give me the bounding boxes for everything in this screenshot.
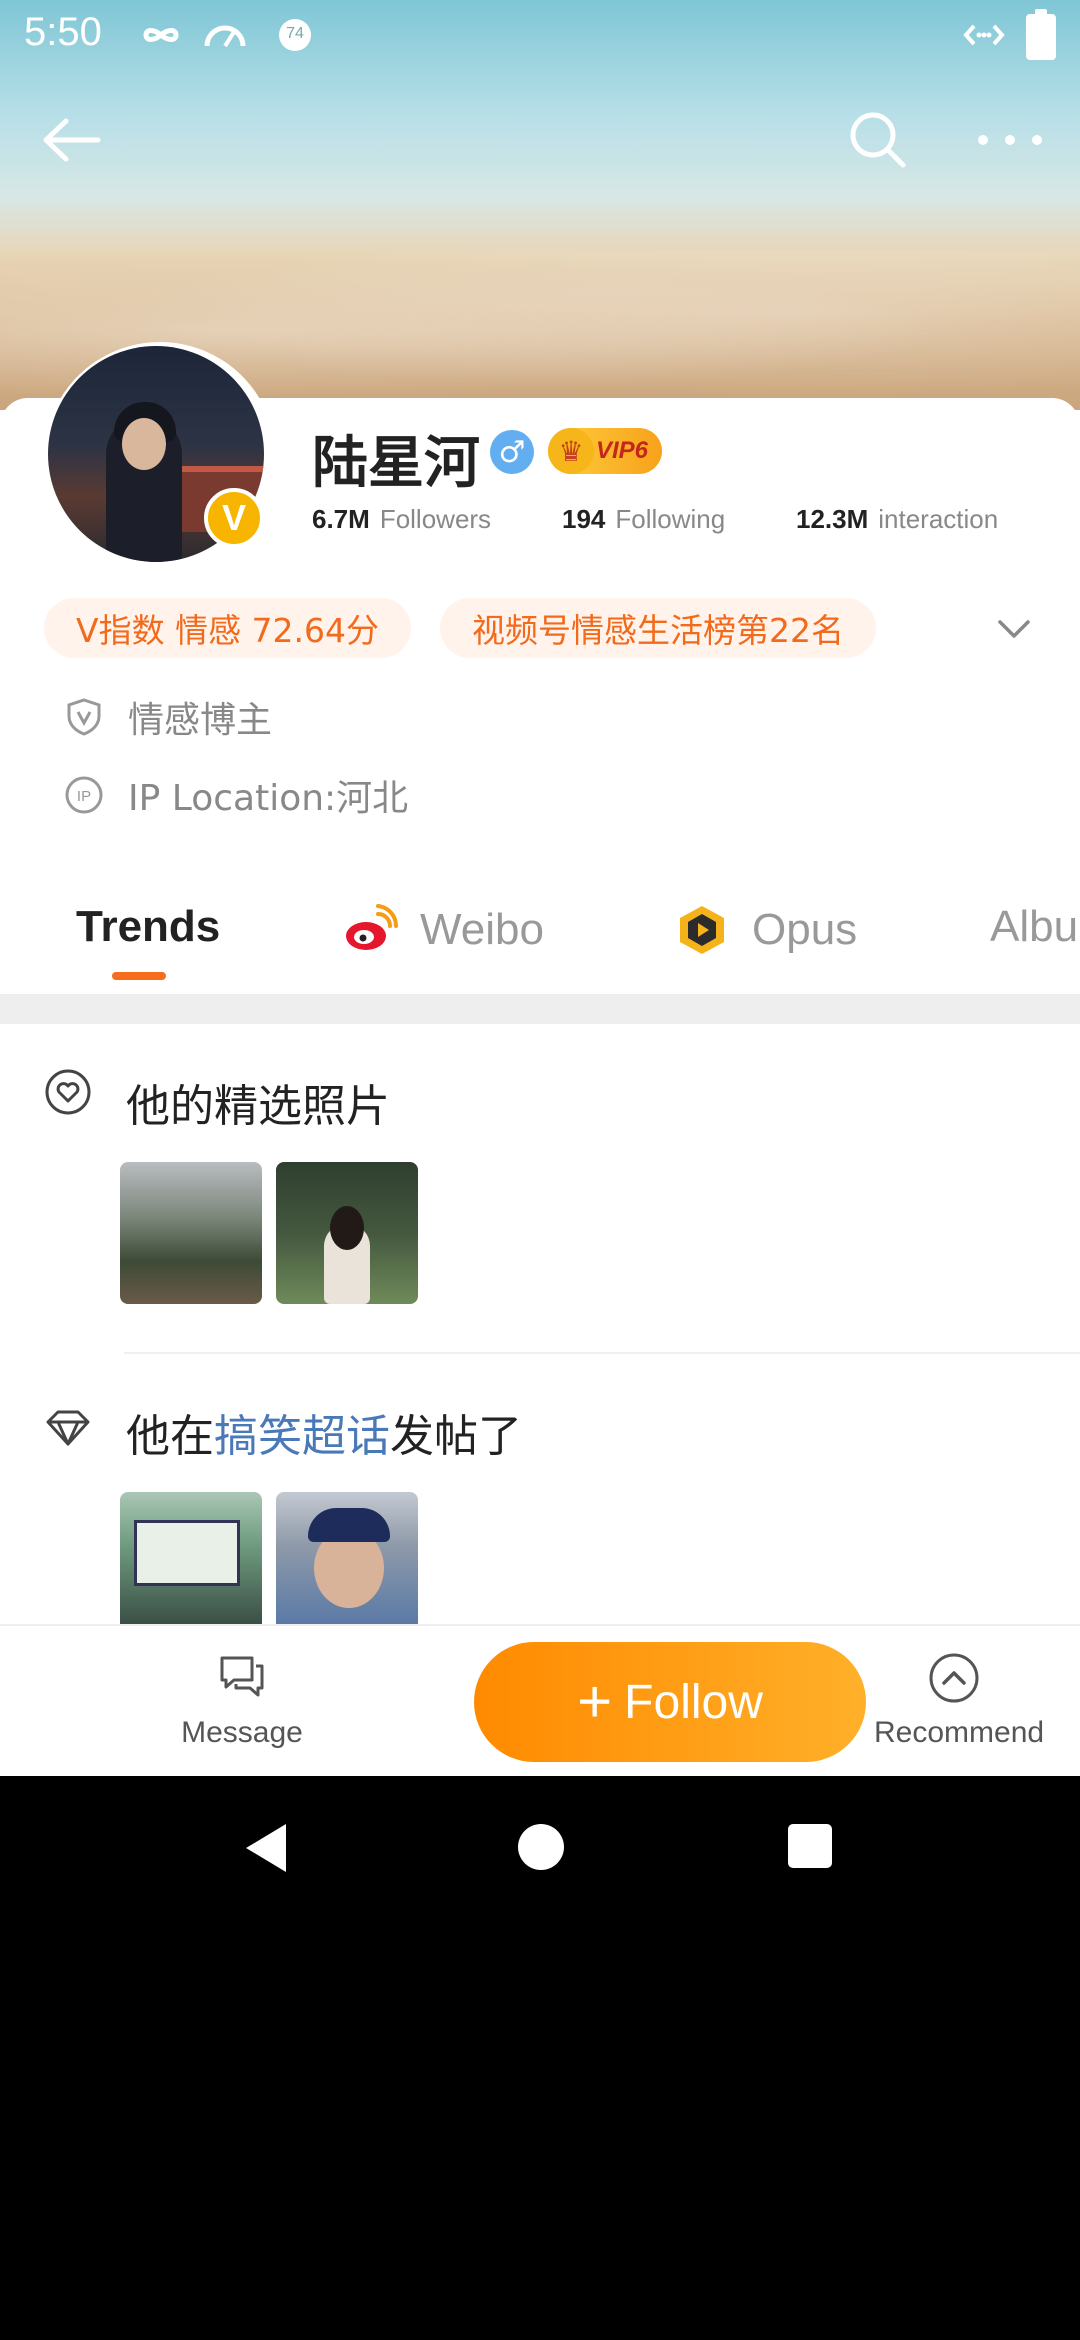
diamond-icon <box>46 1410 90 1446</box>
recommend-button[interactable]: Recommend <box>874 1650 1044 1750</box>
search-button[interactable] <box>838 100 918 180</box>
featured-photos-title[interactable]: 他的精选照片 <box>126 1070 390 1134</box>
interaction-label: interaction <box>878 504 999 534</box>
tab-opus[interactable]: Opus <box>674 902 857 958</box>
search-icon <box>850 112 906 168</box>
v-index-tag[interactable]: V指数 情感 72.64分 <box>44 598 412 658</box>
followers-label: Followers <box>379 504 492 534</box>
interaction-stat[interactable]: 12.3M interaction <box>796 504 998 535</box>
active-tab-indicator <box>112 972 166 980</box>
recommend-label: Recommend <box>874 1716 1045 1749</box>
ip-location-row: IP IP Location:河北 <box>64 770 408 820</box>
follow-label: Follow <box>624 1675 763 1729</box>
role-row: 情感博主 <box>64 692 272 742</box>
infinity-icon <box>143 28 179 42</box>
status-badge-count: 74 <box>286 25 304 42</box>
more-dots-icon <box>978 135 1042 145</box>
tab-opus-label: Opus <box>752 905 858 954</box>
ranking-tag[interactable]: 视频号情感生活榜第22名 <box>440 598 876 658</box>
shield-v-icon <box>67 698 101 736</box>
chevron-down-icon[interactable] <box>994 608 1034 648</box>
post-photo-2[interactable] <box>276 1492 418 1624</box>
vip-badge[interactable]: ♛ VIP6 <box>548 428 662 474</box>
speedometer-icon <box>204 25 246 48</box>
tab-albums[interactable]: Albu <box>990 902 1078 952</box>
nav-back-icon[interactable] <box>246 1824 286 1872</box>
nav-home-icon[interactable] <box>518 1824 564 1870</box>
post-photo-1[interactable] <box>120 1492 262 1624</box>
following-label: Following <box>615 504 726 534</box>
tab-trends-label: Trends <box>76 902 221 951</box>
tab-weibo[interactable]: Weibo <box>342 902 544 958</box>
following-stat[interactable]: 194 Following <box>562 504 725 535</box>
message-icon <box>220 1656 264 1697</box>
follow-button[interactable]: + Follow <box>474 1642 866 1762</box>
profile-name: 陆星河 <box>312 431 480 496</box>
status-bar: 5:50 74 <box>0 0 1080 72</box>
supertopic-link[interactable]: 搞笑超话 <box>214 1411 390 1462</box>
opus-icon <box>680 906 724 954</box>
supertopic-post-title[interactable]: 他在搞笑超话发帖了 <box>126 1400 522 1464</box>
weibo-icon <box>346 904 398 950</box>
profile-tabs: Trends Weibo Opus Albu <box>0 880 1080 994</box>
followers-count: 6.7M <box>312 504 370 534</box>
followers-stat[interactable]: 6.7M Followers <box>312 504 491 535</box>
male-gender-icon: ♂ <box>490 430 534 474</box>
plus-icon: + <box>577 1668 613 1735</box>
feed-divider <box>124 1352 1080 1354</box>
interaction-count: 12.3M <box>796 504 869 534</box>
following-count: 194 <box>562 504 606 534</box>
svg-text:IP: IP <box>77 788 91 805</box>
back-button[interactable] <box>30 100 110 180</box>
data-transfer-icon <box>963 24 1005 46</box>
verified-badge: V <box>204 488 264 548</box>
system-nav-bar <box>0 1776 1080 1920</box>
featured-photo-2[interactable] <box>276 1162 418 1304</box>
more-options-button[interactable] <box>970 100 1050 180</box>
supertopic-suffix: 发帖了 <box>390 1411 522 1462</box>
battery-icon <box>1026 9 1056 60</box>
tab-albums-label: Albu <box>990 902 1079 951</box>
vip-level: VIP6 <box>596 437 649 464</box>
nav-recents-icon[interactable] <box>788 1824 832 1868</box>
featured-photo-1[interactable] <box>120 1162 262 1304</box>
ip-icon: IP <box>65 776 103 814</box>
bottom-action-bar: Message + Follow Recommend <box>0 1624 1080 1776</box>
message-button[interactable]: Message <box>162 1650 322 1750</box>
role-text: 情感博主 <box>128 700 273 741</box>
profile-screen: 5:50 74 V 陆星河 ♂ ♛ VIP6 6.7M Followers 19… <box>0 0 1080 1776</box>
back-arrow-icon <box>43 118 101 162</box>
ip-location-text: IP Location:河北 <box>128 778 409 819</box>
supertopic-prefix: 他在 <box>126 1411 214 1462</box>
heart-circle-icon <box>45 1069 91 1115</box>
tab-trends[interactable]: Trends <box>76 902 220 952</box>
chevron-up-circle-icon <box>929 1653 979 1703</box>
message-label: Message <box>181 1716 303 1749</box>
tab-weibo-label: Weibo <box>420 905 544 954</box>
status-time: 5:50 <box>24 10 102 54</box>
section-divider <box>0 994 1080 1024</box>
crown-icon: ♛ <box>548 428 594 474</box>
